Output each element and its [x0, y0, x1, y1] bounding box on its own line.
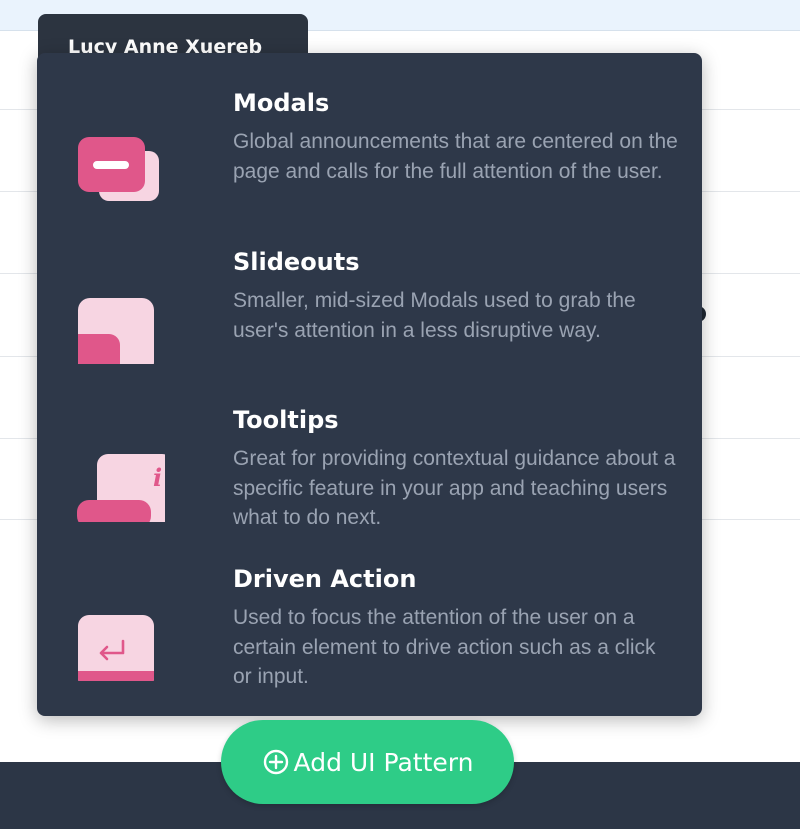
menu-item-description: Used to focus the attention of the user …	[233, 606, 656, 688]
menu-item-description: Smaller, mid-sized Modals used to grab t…	[233, 289, 636, 342]
ui-pattern-menu: Modals Global announcements that are cen…	[37, 53, 702, 716]
menu-item-modals[interactable]: Modals Global announcements that are cen…	[37, 89, 702, 239]
menu-item-slideouts[interactable]: Slideouts Smaller, mid-sized Modals used…	[37, 248, 702, 398]
add-ui-pattern-button[interactable]: Add UI Pattern	[221, 720, 514, 804]
driven-action-icon	[78, 615, 154, 681]
menu-item-description: Great for providing contextual guidance …	[233, 447, 676, 529]
svg-text:i: i	[153, 463, 162, 492]
menu-item-title: Slideouts	[233, 248, 360, 276]
menu-item-driven-action[interactable]: Driven Action Used to focus the attentio…	[37, 565, 702, 715]
menu-item-title: Tooltips	[233, 406, 339, 434]
plus-circle-icon	[263, 749, 288, 775]
menu-item-title: Driven Action	[233, 565, 417, 593]
slideout-icon	[78, 298, 154, 364]
menu-item-description: Global announcements that are centered o…	[233, 130, 678, 183]
tooltip-icon: i	[77, 454, 165, 522]
menu-item-title: Modals	[233, 89, 330, 117]
add-ui-pattern-label: Add UI Pattern	[293, 747, 474, 777]
modal-icon	[78, 137, 159, 201]
menu-item-tooltips[interactable]: i Tooltips Great for providing contextua…	[37, 406, 702, 556]
